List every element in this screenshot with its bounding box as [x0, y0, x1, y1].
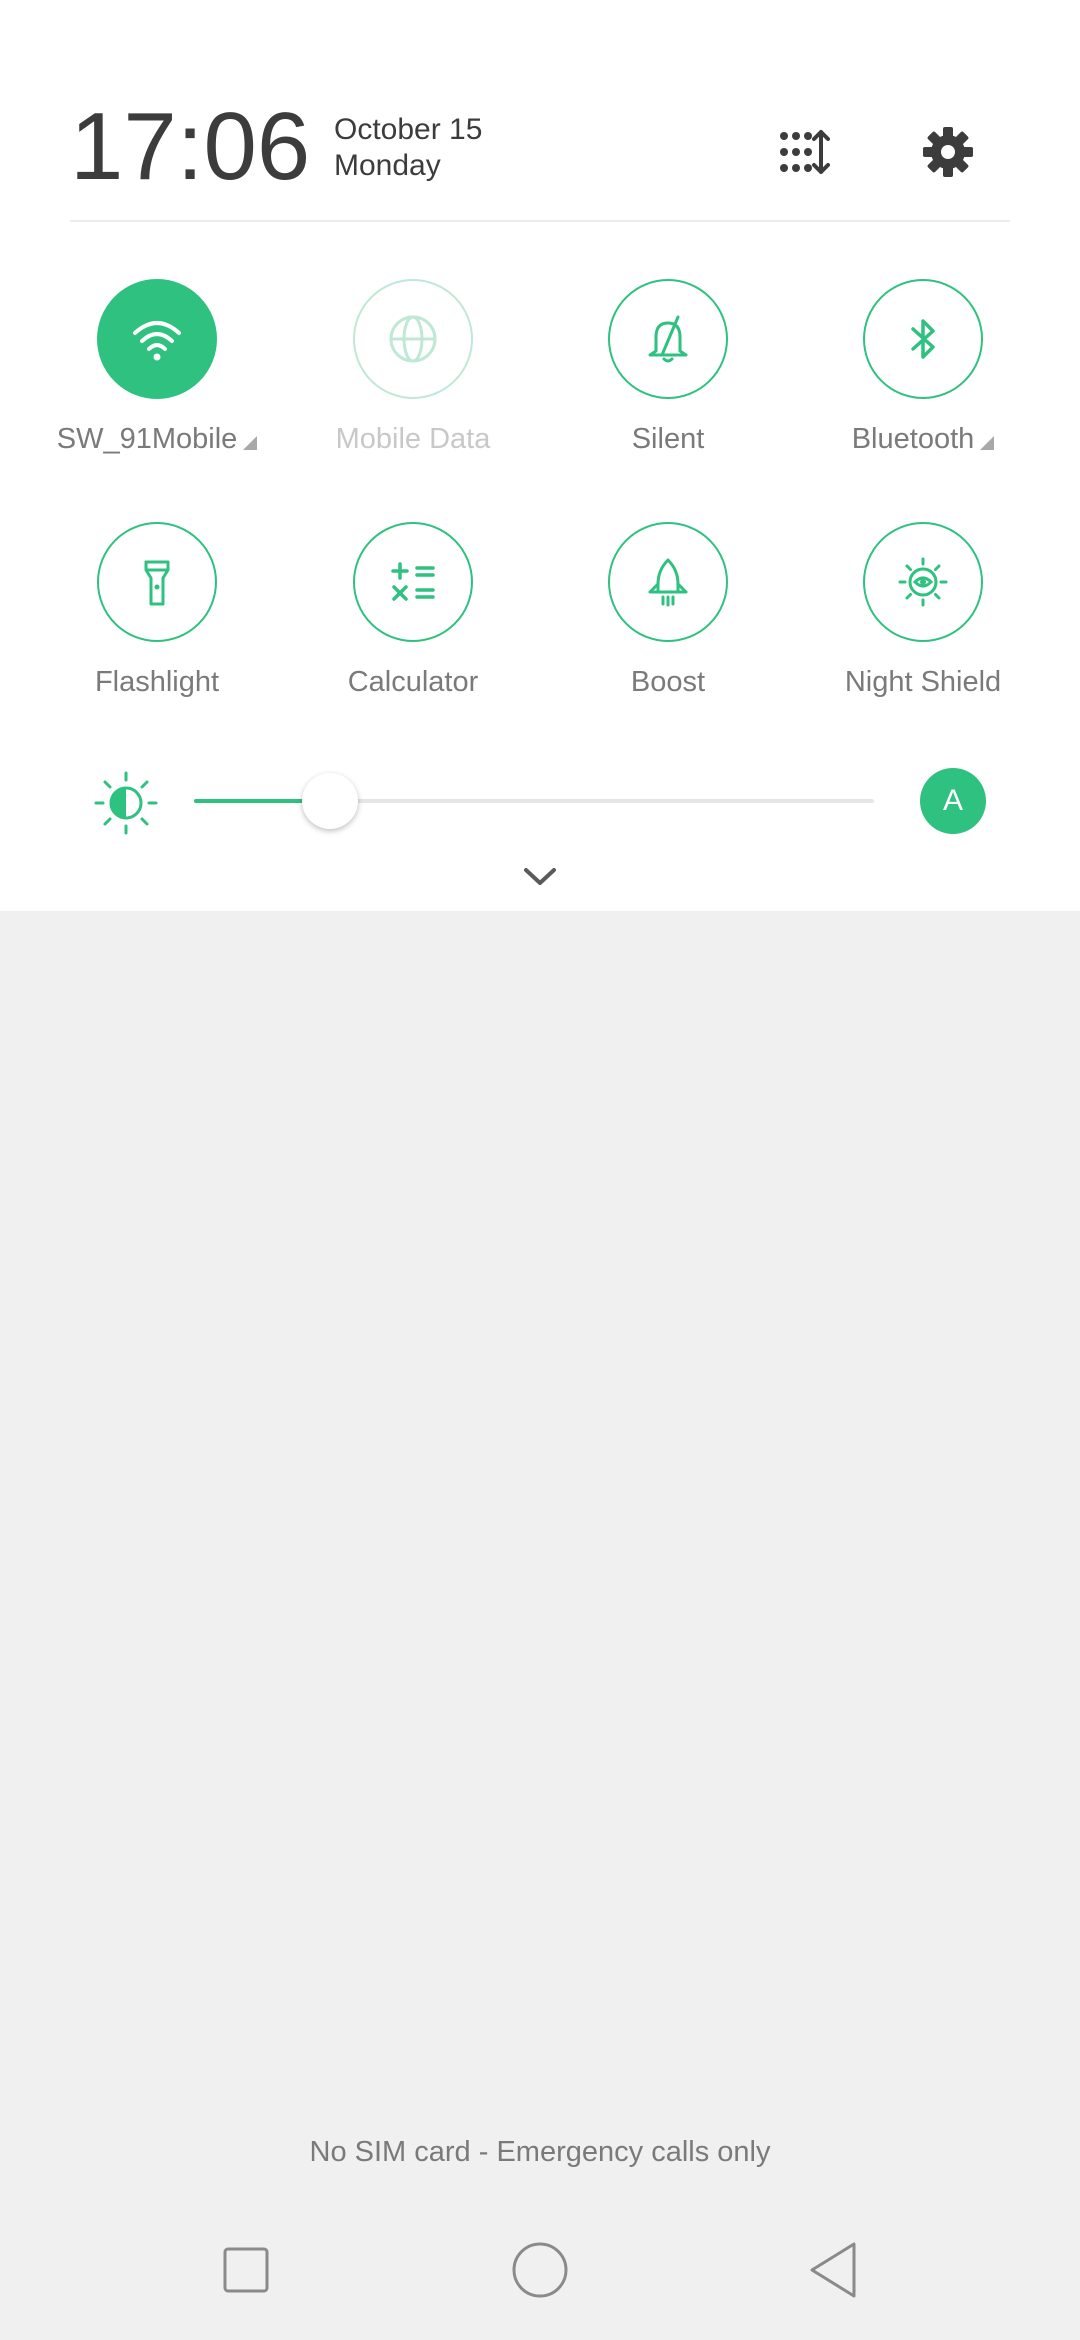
tile-calculator-toggle[interactable] [353, 522, 473, 642]
home-button[interactable] [500, 2230, 580, 2310]
tile-wifi[interactable]: SW_91Mobile [29, 279, 285, 479]
recents-button[interactable] [206, 2230, 286, 2310]
wifi-menu-indicator [243, 436, 258, 450]
grid-reorder-icon [780, 130, 830, 174]
square-icon [223, 2247, 269, 2293]
tile-wifi-toggle[interactable] [97, 279, 217, 399]
settings-button[interactable] [912, 116, 984, 188]
expand-panel-button[interactable] [510, 852, 570, 900]
brightness-slider[interactable] [194, 773, 874, 829]
tile-mobile-data-toggle[interactable] [353, 279, 473, 399]
tile-night-shield[interactable]: Night Shield [795, 522, 1051, 722]
tile-flashlight[interactable]: Flashlight [29, 522, 285, 722]
header-divider [70, 220, 1010, 222]
gear-icon [923, 127, 973, 177]
tile-mobile-data[interactable]: Mobile Data [285, 279, 541, 479]
date-text: October 15 [334, 113, 483, 146]
tile-calculator[interactable]: Calculator [285, 522, 541, 722]
rocket-icon [648, 558, 688, 607]
tile-flashlight-toggle[interactable] [97, 522, 217, 642]
flashlight-icon [144, 560, 170, 606]
chevron-down-icon [524, 868, 556, 885]
clock: 17:06 [70, 93, 311, 200]
edit-tiles-button[interactable] [768, 116, 840, 188]
globe-icon [389, 315, 437, 363]
tile-calculator-label: Calculator [347, 666, 479, 698]
bell-off-icon [648, 315, 688, 363]
weekday-text: Monday [334, 149, 441, 182]
brightness-icon [94, 771, 158, 835]
quick-settings-panel: 17:06 October 15 Monday SW_91Mobile Mobi… [0, 0, 1080, 911]
tile-silent-toggle[interactable] [608, 279, 728, 399]
wifi-icon [133, 321, 181, 361]
tile-silent[interactable]: Silent [540, 279, 796, 479]
tile-night-shield-toggle[interactable] [863, 522, 983, 642]
tile-wifi-label: SW_91Mobile [29, 423, 285, 456]
calculator-icon [391, 562, 435, 601]
triangle-back-icon [810, 2242, 856, 2298]
tile-night-shield-label: Night Shield [844, 666, 1002, 698]
circle-icon [512, 2242, 568, 2298]
eye-sun-icon [898, 557, 948, 607]
sim-status-text: No SIM card - Emergency calls only [309, 2136, 771, 2168]
tile-mobile-data-label: Mobile Data [335, 423, 491, 455]
tile-boost-label: Boost [630, 666, 706, 698]
auto-brightness-button[interactable]: A [920, 768, 986, 834]
brightness-slider-thumb[interactable] [302, 773, 358, 829]
tile-silent-label: Silent [631, 423, 705, 455]
date-block: October 15 Monday [334, 112, 482, 184]
tile-boost[interactable]: Boost [540, 522, 796, 722]
back-button[interactable] [794, 2230, 874, 2310]
bluetooth-menu-indicator [980, 436, 995, 450]
tile-boost-toggle[interactable] [608, 522, 728, 642]
tile-bluetooth-label: Bluetooth [795, 423, 1051, 456]
tile-bluetooth[interactable]: Bluetooth [795, 279, 1051, 479]
tile-bluetooth-toggle[interactable] [863, 279, 983, 399]
bluetooth-icon [911, 319, 935, 359]
tile-flashlight-label: Flashlight [94, 666, 220, 698]
